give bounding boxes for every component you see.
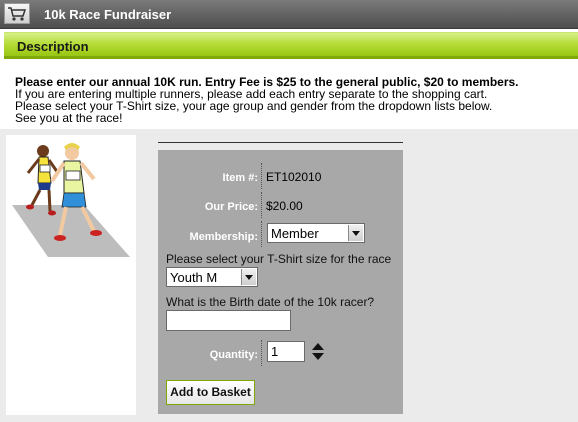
- quantity-label: Quantity:: [209, 349, 258, 361]
- separator: [261, 340, 262, 366]
- chevron-down-icon[interactable]: [241, 269, 256, 285]
- separator: [261, 221, 262, 247]
- price-label: Our Price:: [204, 201, 258, 213]
- product-image-box: [6, 135, 136, 415]
- price-value: $20.00: [266, 199, 303, 213]
- section-title: Description: [17, 39, 89, 54]
- item-number-value: ET102010: [266, 170, 322, 184]
- title-bar: 10k Race Fundraiser: [0, 0, 578, 29]
- tshirt-size-selected: Youth M: [170, 270, 218, 285]
- birthdate-label: What is the Birth date of the 10k racer?: [166, 295, 375, 309]
- separator: [261, 163, 262, 189]
- membership-selected: Member: [271, 226, 319, 241]
- membership-select[interactable]: Member: [267, 223, 365, 243]
- arrow-up-icon[interactable]: [312, 343, 324, 350]
- intro-text: Please enter our annual 10K run. Entry F…: [15, 76, 575, 124]
- quantity-input[interactable]: [267, 341, 305, 362]
- membership-label: Membership:: [189, 231, 258, 243]
- intro-line-3: See you at the race!: [15, 111, 123, 125]
- add-to-basket-button[interactable]: Add to Basket: [166, 380, 255, 405]
- chevron-down-icon[interactable]: [348, 225, 363, 241]
- divider: [158, 142, 403, 143]
- description-section-header: Description: [4, 32, 578, 59]
- birthdate-input[interactable]: [166, 310, 291, 331]
- separator: [261, 192, 262, 218]
- cart-icon: [4, 3, 30, 24]
- arrow-down-icon[interactable]: [312, 353, 324, 360]
- quantity-stepper[interactable]: [311, 343, 325, 361]
- tshirt-size-select[interactable]: Youth M: [166, 267, 258, 287]
- runners-image: [12, 143, 130, 257]
- item-number-label: Item #:: [222, 172, 258, 184]
- tshirt-label: Please select your T-Shirt size for the …: [166, 252, 392, 266]
- page-title: 10k Race Fundraiser: [44, 7, 172, 22]
